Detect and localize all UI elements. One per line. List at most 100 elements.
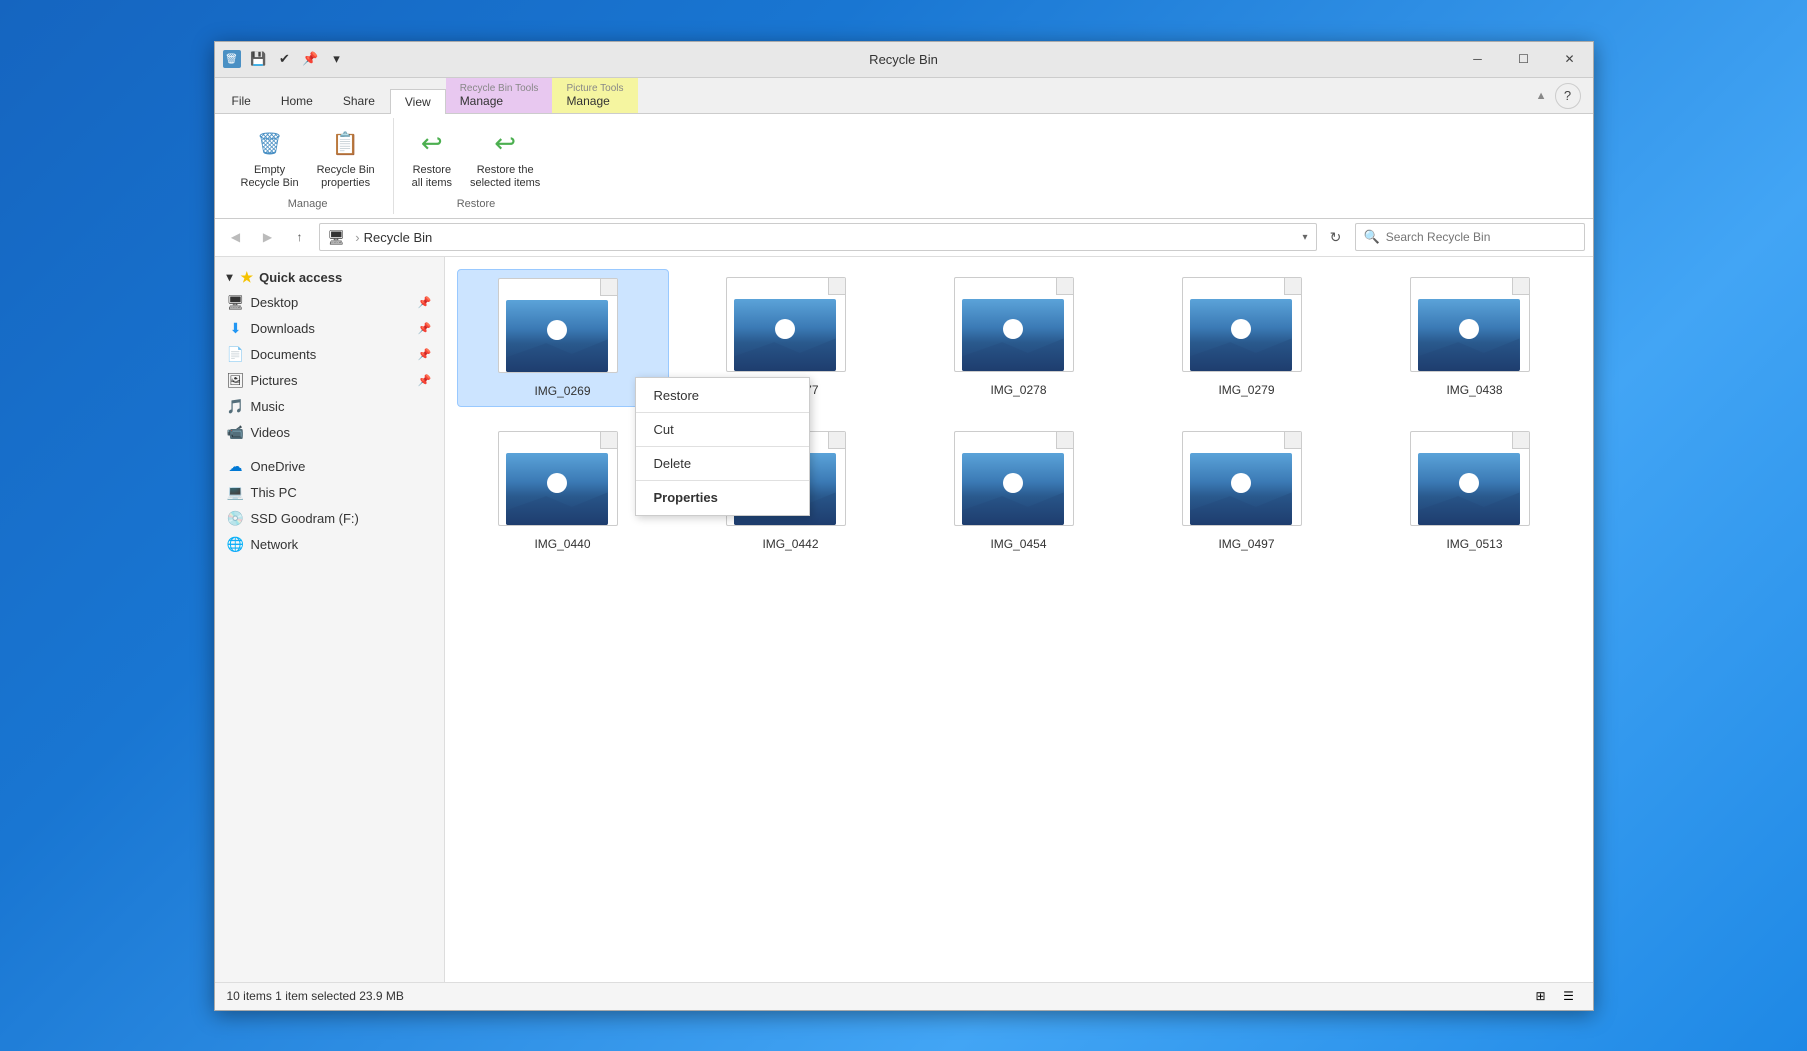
file-name-0278: IMG_0278	[990, 383, 1046, 397]
rb-manage-label: Manage	[460, 94, 539, 108]
ctx-cut[interactable]: Cut	[636, 415, 809, 444]
ctx-properties[interactable]: Properties	[636, 483, 809, 512]
file-area: IMG_0269 IMG_0277 IMG_0278	[445, 257, 1593, 982]
maximize-button[interactable]: ☐	[1501, 41, 1547, 77]
empty-rb-icon: 🗑	[252, 126, 288, 162]
sidebar-item-downloads[interactable]: ⬇ Downloads 📌	[215, 316, 444, 342]
qs-pin[interactable]: 📌	[301, 49, 321, 69]
restore-sel-icon: ↩	[487, 126, 523, 162]
ribbon-collapse[interactable]: ▲	[1536, 90, 1547, 102]
file-item-img0454[interactable]: IMG_0454	[913, 423, 1125, 559]
address-path[interactable]: 🖥 › Recycle Bin ▾	[319, 223, 1317, 251]
tab-share[interactable]: Share	[328, 88, 390, 113]
restore-items: ↩ Restoreall items ↩ Restore theselected…	[406, 122, 547, 194]
ribbon-group-manage: 🗑 EmptyRecycle Bin 📋 Recycle Binproperti…	[223, 118, 394, 214]
file-item-img0513[interactable]: IMG_0513	[1369, 423, 1581, 559]
empty-recycle-bin-button[interactable]: 🗑 EmptyRecycle Bin	[235, 122, 305, 194]
documents-icon: 📄	[227, 346, 245, 364]
restore-selected-button[interactable]: ↩ Restore theselected items	[464, 122, 546, 194]
view-large-icon[interactable]: ⊞	[1529, 986, 1553, 1006]
rb-tools-label: Recycle Bin Tools	[460, 83, 539, 94]
network-label: Network	[251, 537, 299, 552]
tab-manage-rb[interactable]: Recycle Bin Tools Manage	[446, 78, 553, 113]
refresh-button[interactable]: ↻	[1323, 224, 1349, 250]
tab-manage-pic[interactable]: Picture Tools Manage	[552, 78, 637, 113]
path-icon: 🖥	[328, 229, 346, 246]
this-pc-icon: 💻	[227, 484, 245, 502]
pictures-pin: 📌	[418, 374, 432, 387]
documents-pin: 📌	[418, 348, 432, 361]
tab-view[interactable]: View	[390, 89, 446, 114]
up-button[interactable]: ↑	[287, 224, 313, 250]
search-input[interactable]	[1386, 230, 1576, 244]
sidebar-item-music[interactable]: 🎵 Music	[215, 394, 444, 420]
window-controls: ─ ☐ ✕	[1455, 41, 1593, 77]
ctx-sep-1	[636, 412, 809, 413]
file-item-img0279[interactable]: IMG_0279	[1141, 269, 1353, 407]
file-item-img0278[interactable]: IMG_0278	[913, 269, 1125, 407]
file-item-img0438[interactable]: IMG_0438	[1369, 269, 1581, 407]
desktop-pin: 📌	[418, 296, 432, 309]
minimize-button[interactable]: ─	[1455, 41, 1501, 77]
title-bar: 🗑 💾 ✔ 📌 ▾ Recycle Bin ─ ☐ ✕	[215, 42, 1593, 78]
window-title: Recycle Bin	[869, 52, 938, 67]
ctx-delete[interactable]: Delete	[636, 449, 809, 478]
file-name-0442: IMG_0442	[762, 537, 818, 551]
quick-save-area: 💾 ✔ 📌 ▾	[249, 49, 347, 69]
restore-all-label: Restoreall items	[412, 164, 452, 190]
file-icon-wrapper-0454	[954, 431, 1084, 531]
forward-button[interactable]: ▶	[255, 224, 281, 250]
restore-group-label: Restore	[457, 194, 496, 210]
back-button[interactable]: ◀	[223, 224, 249, 250]
close-button[interactable]: ✕	[1547, 41, 1593, 77]
sidebar-item-onedrive[interactable]: ☁ OneDrive	[215, 454, 444, 480]
help-button[interactable]: ?	[1555, 83, 1581, 109]
sidebar-quick-access[interactable]: ▾ ★ Quick access	[215, 265, 444, 290]
sidebar-item-ssd[interactable]: 💿 SSD Goodram (F:)	[215, 506, 444, 532]
address-bar: ◀ ▶ ↑ 🖥 › Recycle Bin ▾ ↻ 🔍	[215, 219, 1593, 257]
tab-home[interactable]: Home	[266, 88, 328, 113]
documents-label: Documents	[251, 347, 317, 362]
pictures-icon: 🖼	[227, 372, 245, 390]
sidebar-item-pictures[interactable]: 🖼 Pictures 📌	[215, 368, 444, 394]
qs-save[interactable]: 💾	[249, 49, 269, 69]
search-box[interactable]: 🔍	[1355, 223, 1585, 251]
network-icon: 🌐	[227, 536, 245, 554]
file-name-0513: IMG_0513	[1446, 537, 1502, 551]
sidebar-item-network[interactable]: 🌐 Network	[215, 532, 444, 558]
manage-items: 🗑 EmptyRecycle Bin 📋 Recycle Binproperti…	[235, 122, 381, 194]
path-chevron[interactable]: ▾	[1302, 232, 1307, 243]
downloads-label: Downloads	[251, 321, 315, 336]
title-bar-left: 🗑 💾 ✔ 📌 ▾	[215, 49, 1455, 69]
ribbon-group-restore: ↩ Restoreall items ↩ Restore theselected…	[394, 118, 559, 214]
file-icon-wrapper-0438	[1410, 277, 1540, 377]
sidebar-item-this-pc[interactable]: 💻 This PC	[215, 480, 444, 506]
view-details-icon[interactable]: ☰	[1557, 986, 1581, 1006]
file-name-0454: IMG_0454	[990, 537, 1046, 551]
file-icon-wrapper-0277	[726, 277, 856, 377]
file-thumb-0269	[506, 300, 608, 372]
ctx-restore[interactable]: Restore	[636, 381, 809, 410]
restore-all-icon: ↩	[414, 126, 450, 162]
sidebar-item-videos[interactable]: 📹 Videos	[215, 420, 444, 446]
recycle-bin-properties-button[interactable]: 📋 Recycle Binproperties	[311, 122, 381, 194]
desktop-label: Desktop	[251, 295, 299, 310]
qs-down[interactable]: ▾	[327, 49, 347, 69]
file-thumb-0438	[1418, 299, 1520, 371]
file-name-0279: IMG_0279	[1218, 383, 1274, 397]
sidebar-item-documents[interactable]: 📄 Documents 📌	[215, 342, 444, 368]
file-name-0440: IMG_0440	[534, 537, 590, 551]
ssd-label: SSD Goodram (F:)	[251, 511, 359, 526]
status-text: 10 items 1 item selected 23.9 MB	[227, 989, 404, 1003]
videos-icon: 📹	[227, 424, 245, 442]
qs-check[interactable]: ✔	[275, 49, 295, 69]
tab-file[interactable]: File	[217, 88, 266, 113]
restore-all-button[interactable]: ↩ Restoreall items	[406, 122, 458, 194]
file-name-0269: IMG_0269	[534, 384, 590, 398]
this-pc-label: This PC	[251, 485, 297, 500]
explorer-window: 🗑 💾 ✔ 📌 ▾ Recycle Bin ─ ☐ ✕ File Home Sh…	[214, 41, 1594, 1011]
file-item-img0497[interactable]: IMG_0497	[1141, 423, 1353, 559]
sidebar-item-desktop[interactable]: 🖥 Desktop 📌	[215, 290, 444, 316]
file-icon-wrapper-0278	[954, 277, 1084, 377]
desktop-icon: 🖥	[227, 294, 245, 312]
